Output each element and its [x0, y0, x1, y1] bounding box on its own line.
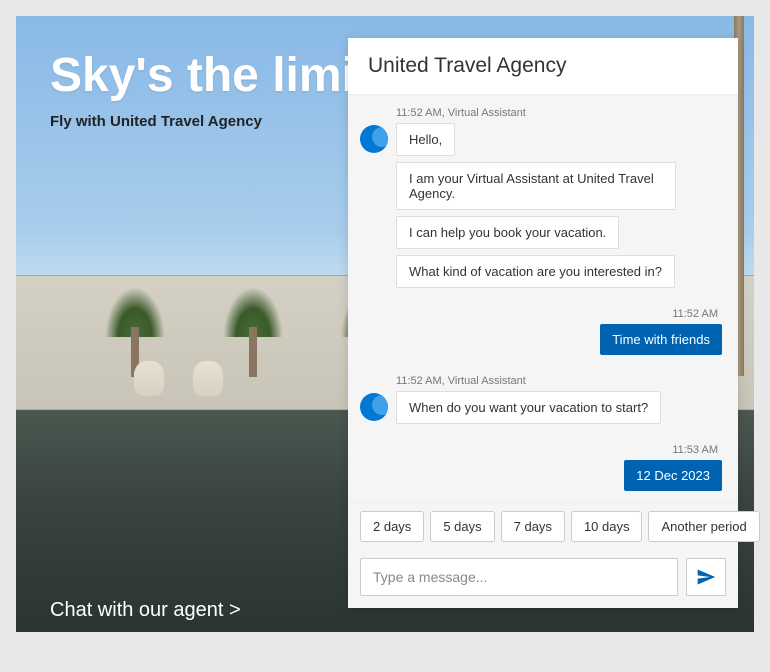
quick-reply-button[interactable]: 7 days [501, 511, 565, 542]
bot-message-bubble: I can help you book your vacation. [396, 216, 619, 249]
bot-message-bubble: What kind of vacation are you interested… [396, 255, 675, 288]
quick-reply-button[interactable]: 2 days [360, 511, 424, 542]
bot-message-bubble: Hello, [396, 123, 455, 156]
bot-avatar-icon [360, 393, 388, 421]
bg-palm [223, 287, 283, 367]
message-meta: 11:52 AM, Virtual Assistant [396, 107, 722, 119]
page-container: Sky's the limit Fly with United Travel A… [0, 0, 770, 672]
message-input[interactable] [360, 558, 678, 596]
chat-header-title: United Travel Agency [348, 38, 738, 95]
bot-message-bubble: When do you want your vacation to start? [396, 391, 661, 424]
user-message-bubble: 12 Dec 2023 [624, 460, 722, 491]
chat-input-row [348, 550, 738, 608]
chat-body[interactable]: 11:52 AM, Virtual Assistant Hello, I am … [348, 95, 738, 502]
chat-with-agent-link[interactable]: Chat with our agent > [50, 599, 241, 622]
message-group-user: 11:53 AM 12 Dec 2023 [364, 444, 722, 497]
quick-reply-button[interactable]: Another period [648, 511, 759, 542]
message-meta: 11:52 AM, Virtual Assistant [396, 375, 722, 387]
bg-pot [134, 361, 164, 396]
send-button[interactable] [686, 558, 726, 596]
message-meta: 11:52 AM [364, 308, 718, 320]
message-meta: 11:53 AM [364, 444, 718, 456]
user-message-bubble: Time with friends [600, 324, 722, 355]
quick-reply-button[interactable]: 5 days [430, 511, 494, 542]
hero-title: Sky's the limit [50, 50, 371, 103]
bg-pot [193, 361, 223, 396]
message-group-user: 11:52 AM Time with friends [364, 308, 722, 361]
quick-replies-row: 2 days 5 days 7 days 10 days Another per… [348, 502, 738, 550]
bg-palm [105, 287, 165, 367]
message-group-bot: 11:52 AM, Virtual Assistant When do you … [364, 375, 722, 430]
chat-panel: United Travel Agency 11:52 AM, Virtual A… [348, 38, 738, 608]
hero-subtitle: Fly with United Travel Agency [50, 113, 371, 130]
hero-text-block: Sky's the limit Fly with United Travel A… [50, 50, 371, 130]
bot-message-bubble: I am your Virtual Assistant at United Tr… [396, 162, 676, 210]
message-group-bot: 11:52 AM, Virtual Assistant Hello, I am … [364, 107, 722, 294]
send-icon [696, 567, 716, 587]
bot-avatar-icon [360, 125, 388, 153]
quick-reply-button[interactable]: 10 days [571, 511, 643, 542]
